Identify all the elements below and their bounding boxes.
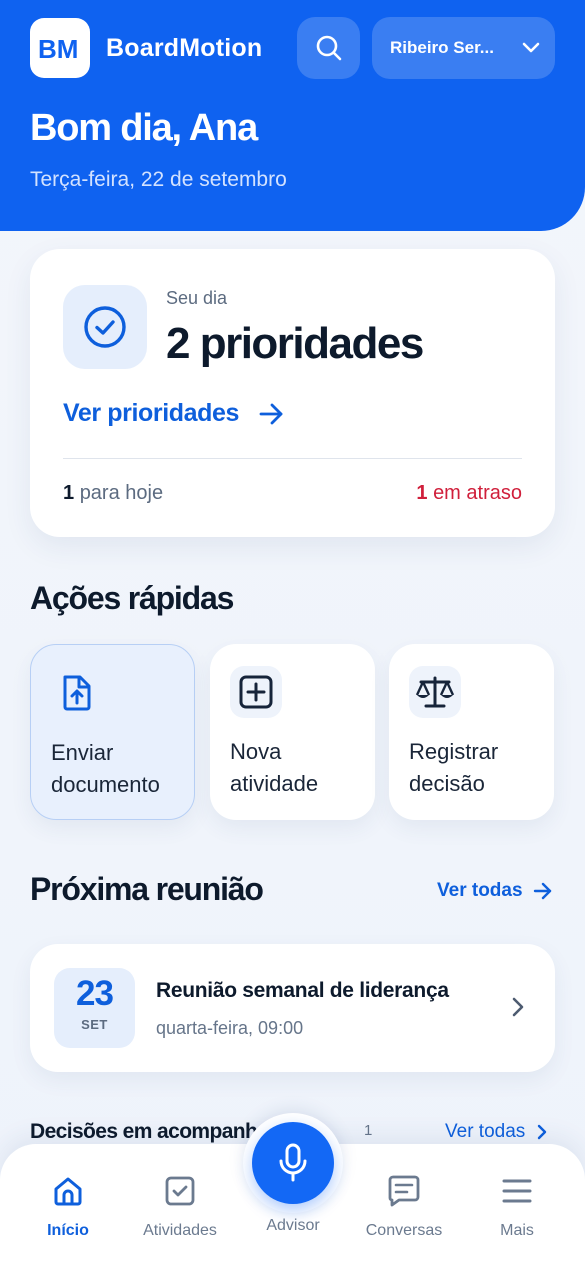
logo-text: BM [38,34,78,63]
nav-activities[interactable]: Atividades [124,1172,236,1240]
bm-logo-icon: BM [38,34,78,63]
nav-conversations-label: Conversas [365,1222,443,1239]
advisor-button[interactable] [252,1122,334,1204]
priorities-kicker: Seu dia [166,288,228,308]
microphone-icon [279,1143,307,1182]
upload-document-label: Enviar documento [51,740,160,797]
app-logo: BM [30,18,90,78]
search-icon [316,35,341,61]
home-screen: BM BoardMotion Ribeiro Ser... Bom dia, A… [0,0,585,1266]
home-icon [12,1172,124,1210]
checkbox-icon [124,1172,236,1210]
meeting-time: quarta-feira, 09:00 [156,1018,304,1038]
nav-more-label: Mais [500,1222,534,1239]
check-circle-icon [63,285,147,369]
meeting-date-badge: 23 SET [54,968,135,1048]
scale-icon [409,666,461,718]
header: BM BoardMotion Ribeiro Ser... Bom dia, A… [0,0,585,231]
nav-more[interactable]: Mais [461,1172,573,1240]
brand-name: BoardMotion [106,34,263,62]
decisions-see-all-label: Ver todas [445,1121,526,1142]
meeting-month: SET [81,1017,108,1032]
priorities-today: 1 para hoje [63,482,163,505]
late-count: 1 [416,482,428,504]
arrow-right-icon [533,882,551,900]
record-decision-button[interactable]: Registrar decisão [389,644,554,820]
greeting: Bom dia, Ana [30,107,258,149]
view-priorities-link[interactable]: Ver prioridades [63,399,285,428]
new-activity-button[interactable]: Nova atividade [210,644,375,820]
chevron-down-icon [522,42,540,54]
priorities-late: 1 em atraso [416,482,522,505]
priorities-title: 2 prioridades [166,319,424,368]
decisions-count: 1 [364,1122,373,1139]
org-selector[interactable]: Ribeiro Ser... [372,17,555,79]
priorities-card[interactable]: Seu dia 2 prioridades Ver prioridades 1 … [30,249,555,537]
upload-document-button[interactable]: Enviar documento [30,644,195,820]
chat-icon [348,1172,460,1210]
new-activity-label: Nova atividade [230,739,319,796]
meetings-see-all-link[interactable]: Ver todas [437,880,553,902]
nav-advisor-label: Advisor [266,1217,320,1234]
divider [63,458,522,459]
meeting-day: 23 [76,974,114,1013]
chevron-right-icon [511,996,525,1018]
menu-icon [461,1172,573,1210]
nav-home-label: Início [47,1222,89,1239]
org-selector-label: Ribeiro Ser... [390,38,494,57]
meetings-see-all-label: Ver todas [437,880,523,901]
current-date: Terça-feira, 22 de setembro [30,168,287,191]
search-button[interactable] [297,17,360,79]
chevron-right-icon [538,1124,547,1140]
nav-conversations[interactable]: Conversas [348,1172,460,1240]
today-label: para hoje [79,482,164,504]
plus-square-icon [230,666,282,718]
today-count: 1 [63,482,75,504]
upload-file-icon [51,667,103,719]
arrow-right-icon [259,403,283,424]
next-meeting-title: Próxima reunião [30,871,264,907]
late-label: em atraso [433,482,522,504]
quick-actions-title: Ações rápidas [30,580,234,616]
decisions-see-all-link[interactable]: Ver todas [445,1121,549,1143]
view-priorities-label: Ver prioridades [63,399,240,427]
record-decision-label: Registrar decisão [409,739,499,796]
nav-home[interactable]: Início [12,1172,124,1240]
nav-activities-label: Atividades [143,1222,217,1239]
meeting-card[interactable]: 23 SET Reunião semanal de liderança quar… [30,944,555,1072]
meeting-title: Reunião semanal de liderança [156,979,449,1002]
